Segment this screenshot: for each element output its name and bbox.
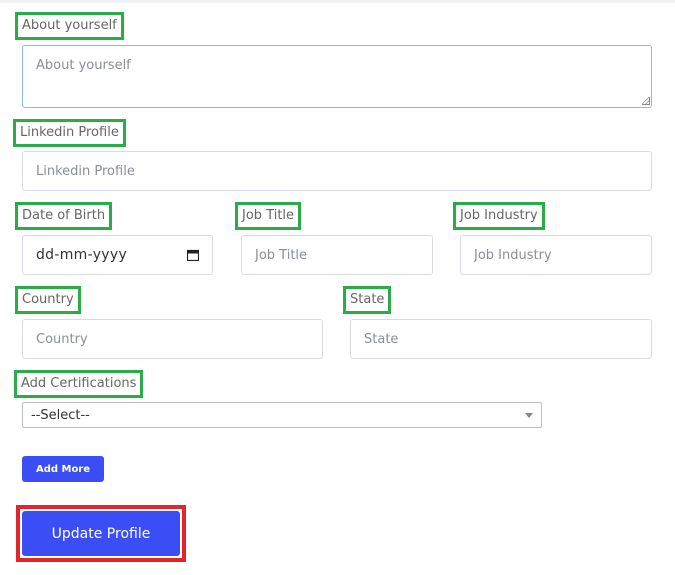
dob-input[interactable]: dd-mm-yyyy (22, 235, 213, 275)
dob-value: dd-mm-yyyy (36, 247, 128, 263)
chevron-down-icon (525, 412, 533, 418)
resize-grip-icon[interactable] (642, 97, 650, 105)
add-more-button[interactable]: Add More (22, 456, 104, 482)
linkedin-input[interactable] (22, 151, 652, 191)
job-title-label: Job Title (235, 202, 302, 230)
dob-label: Date of Birth (15, 202, 113, 230)
about-textarea[interactable] (22, 45, 652, 108)
calendar-icon[interactable] (187, 249, 199, 261)
job-industry-label: Job Industry (453, 202, 545, 230)
job-industry-input[interactable] (460, 235, 652, 275)
certifications-selected: --Select-- (31, 407, 90, 423)
update-profile-button[interactable]: Update Profile (22, 511, 180, 556)
certifications-select[interactable]: --Select-- (22, 402, 542, 428)
top-divider (0, 0, 675, 3)
country-label: Country (15, 286, 81, 314)
certifications-label: Add Certifications (14, 370, 144, 398)
about-label: About yourself (15, 12, 124, 40)
state-label: State (343, 286, 392, 314)
country-input[interactable] (22, 319, 323, 359)
linkedin-label: Linkedin Profile (13, 119, 126, 147)
state-input[interactable] (350, 319, 652, 359)
job-title-input[interactable] (241, 235, 433, 275)
